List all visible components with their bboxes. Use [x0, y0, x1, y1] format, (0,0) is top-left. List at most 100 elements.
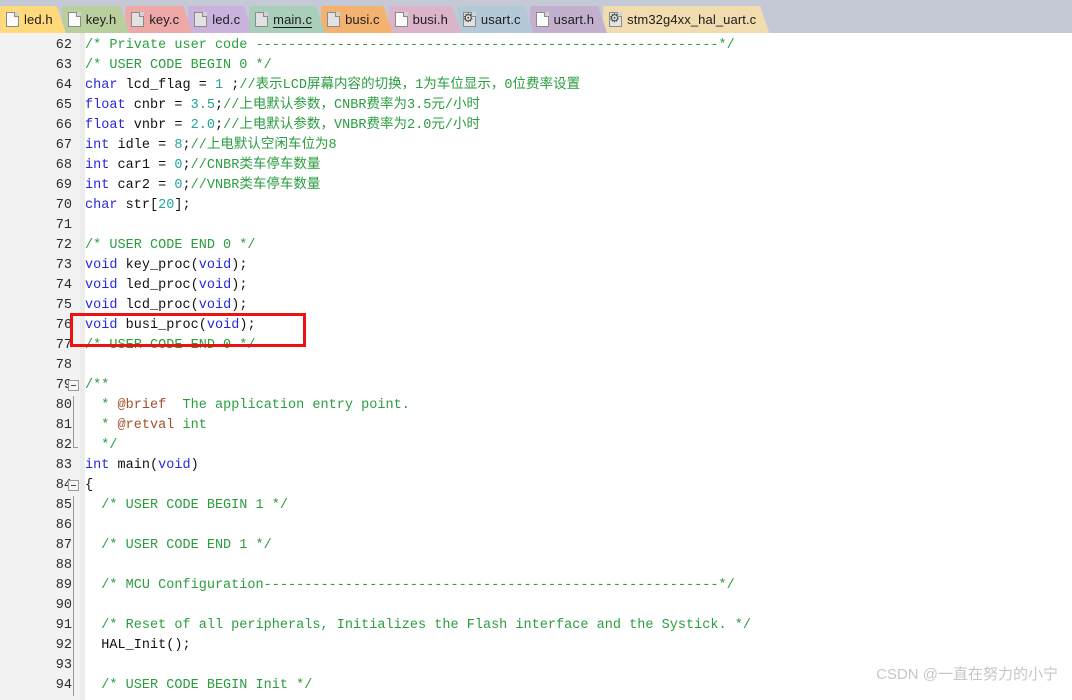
file-icon	[395, 12, 408, 27]
code-token-kw: void	[85, 278, 118, 293]
code-token-pun: (	[149, 458, 159, 473]
code-token-pun: (	[198, 318, 207, 333]
code-token-id: busi_proc	[117, 318, 199, 333]
code-line[interactable]: 85 /* USER CODE BEGIN 1 */	[0, 496, 1072, 516]
code-line[interactable]: 89 /* MCU Configuration-----------------…	[0, 576, 1072, 596]
line-number: 88	[55, 558, 72, 573]
line-number: 76	[55, 318, 72, 333]
code-line[interactable]: 65 float cnbr = 3.5;//上电默认参数，CNBR费率为3.5元/…	[0, 96, 1072, 116]
code-token-cm: *	[85, 418, 118, 433]
code-token-cm: */	[85, 438, 118, 453]
code-token-kw: void	[85, 318, 118, 333]
code-line[interactable]: 90	[0, 596, 1072, 616]
code-token-pun: ;	[214, 98, 224, 113]
code-line[interactable]: 62 /* Private user code -----------------…	[0, 36, 1072, 56]
editor-tab-busi-c[interactable]: busi.c	[321, 6, 393, 33]
code-token-cm: /* Reset of all peripherals, Initializes…	[85, 618, 751, 633]
line-number: 70	[55, 198, 72, 213]
code-line[interactable]: 88	[0, 556, 1072, 576]
code-line[interactable]: 78	[0, 356, 1072, 376]
line-number: 66	[55, 118, 72, 133]
fold-guide-line	[73, 436, 74, 447]
code-line[interactable]: 73 void key_proc(void);	[0, 256, 1072, 276]
code-token-id: car2	[109, 178, 159, 193]
code-token-cm: The application entry point.	[166, 398, 410, 413]
editor-tab-led-c[interactable]: led.c	[188, 6, 253, 33]
fold-guide-line	[73, 516, 74, 536]
code-token-num: 1	[214, 78, 224, 93]
fold-guide-line	[73, 596, 74, 616]
code-token-kw: void	[198, 278, 232, 293]
code-token-kw: void	[85, 298, 118, 313]
editor-tab-usart-h[interactable]: usart.h	[530, 6, 607, 33]
gear-file-icon	[609, 12, 622, 27]
code-token-pun: );	[231, 298, 248, 313]
code-token-cm: /* USER CODE END 1 */	[85, 538, 272, 553]
code-line[interactable]: 70 char str[20];	[0, 196, 1072, 216]
editor-tab-key-c[interactable]: key.c	[125, 6, 192, 33]
code-line[interactable]: 79 /**	[0, 376, 1072, 396]
code-line[interactable]: 74 void led_proc(void);	[0, 276, 1072, 296]
code-editor[interactable]: 62 /* Private user code -----------------…	[0, 33, 1072, 700]
code-line[interactable]: 69 int car2 = 0;//VNBR类车停车数量	[0, 176, 1072, 196]
code-line[interactable]: 87 /* USER CODE END 1 */	[0, 536, 1072, 556]
line-number: 79	[55, 378, 72, 393]
fold-guide-line	[73, 656, 74, 676]
editor-tab-led-h[interactable]: led.h	[0, 6, 66, 33]
code-line[interactable]: 84 {	[0, 476, 1072, 496]
file-gray-icon	[131, 12, 144, 27]
editor-tab-busi-h[interactable]: busi.h	[389, 6, 461, 33]
code-token-kw: void	[198, 258, 232, 273]
fold-collapse-icon[interactable]	[68, 380, 79, 391]
code-line[interactable]: 82 */	[0, 436, 1072, 456]
code-line[interactable]: 75 void lcd_proc(void);	[0, 296, 1072, 316]
editor-tab-key-h[interactable]: key.h	[62, 6, 130, 33]
editor-tab-label: usart.c	[480, 12, 521, 27]
code-line[interactable]: 91 /* Reset of all peripherals, Initiali…	[0, 616, 1072, 636]
code-line[interactable]: 80 * @brief The application entry point.	[0, 396, 1072, 416]
line-number: 68	[55, 158, 72, 173]
code-line-text: /* MCU Configuration--------------------…	[85, 576, 735, 596]
editor-tab-usart-c[interactable]: usart.c	[457, 6, 534, 33]
code-token-id: cnbr	[125, 98, 175, 113]
code-token-cm: /* USER CODE END 0 */	[85, 238, 256, 253]
file-gray-icon	[327, 12, 340, 27]
code-line-text: void led_proc(void);	[85, 276, 247, 296]
line-number: 78	[55, 358, 72, 373]
file-icon	[536, 12, 549, 27]
code-token-id: idle	[109, 138, 159, 153]
code-line-text: /**	[85, 376, 109, 396]
code-line[interactable]: 83 int main(void)	[0, 456, 1072, 476]
code-line[interactable]: 86	[0, 516, 1072, 536]
code-token-cm: int	[174, 418, 207, 433]
code-token-num: 20	[158, 198, 175, 213]
code-token-id	[182, 118, 190, 133]
code-line[interactable]: 71	[0, 216, 1072, 236]
code-line[interactable]: 92 HAL_Init();	[0, 636, 1072, 656]
code-line[interactable]: 66 float vnbr = 2.0;//上电默认参数，VNBR费率为2.0元/…	[0, 116, 1072, 136]
fold-collapse-icon[interactable]	[68, 480, 79, 491]
editor-tab-main-c[interactable]: main.c	[249, 6, 325, 33]
file-gray-icon	[255, 12, 268, 27]
code-line-text: /* USER CODE END 1 */	[85, 536, 272, 556]
code-token-cm: //CNBR类车停车数量	[190, 158, 321, 173]
editor-tab-label: busi.h	[412, 12, 448, 27]
editor-tab-stm32g4xx-hal-uart-c[interactable]: stm32g4xx_hal_uart.c	[603, 6, 769, 33]
code-line[interactable]: 63 /* USER CODE BEGIN 0 */	[0, 56, 1072, 76]
fold-guide-line	[73, 576, 74, 596]
editor-tab-label: key.c	[149, 12, 180, 27]
code-line-text: /* Private user code -------------------…	[85, 36, 735, 56]
code-token-kw: float	[85, 98, 126, 113]
code-line[interactable]: 67 int idle = 8;//上电默认空闲车位为8	[0, 136, 1072, 156]
code-line[interactable]: 76 void busi_proc(void);	[0, 316, 1072, 336]
code-line-text: /* USER CODE BEGIN 0 */	[85, 56, 272, 76]
code-line[interactable]: 72 /* USER CODE END 0 */	[0, 236, 1072, 256]
code-line[interactable]: 68 int car1 = 0;//CNBR类车停车数量	[0, 156, 1072, 176]
code-line[interactable]: 77 /* USER CODE END 0 */	[0, 336, 1072, 356]
code-line[interactable]: 81 * @retval int	[0, 416, 1072, 436]
code-token-id: vnbr	[125, 118, 175, 133]
code-token-num: 3.5	[190, 98, 215, 113]
code-line[interactable]: 64 char lcd_flag = 1 ;//表示LCD屏幕内容的切换，1为车位…	[0, 76, 1072, 96]
code-token-kw: char	[85, 78, 118, 93]
code-token-pun: ;	[182, 158, 191, 173]
